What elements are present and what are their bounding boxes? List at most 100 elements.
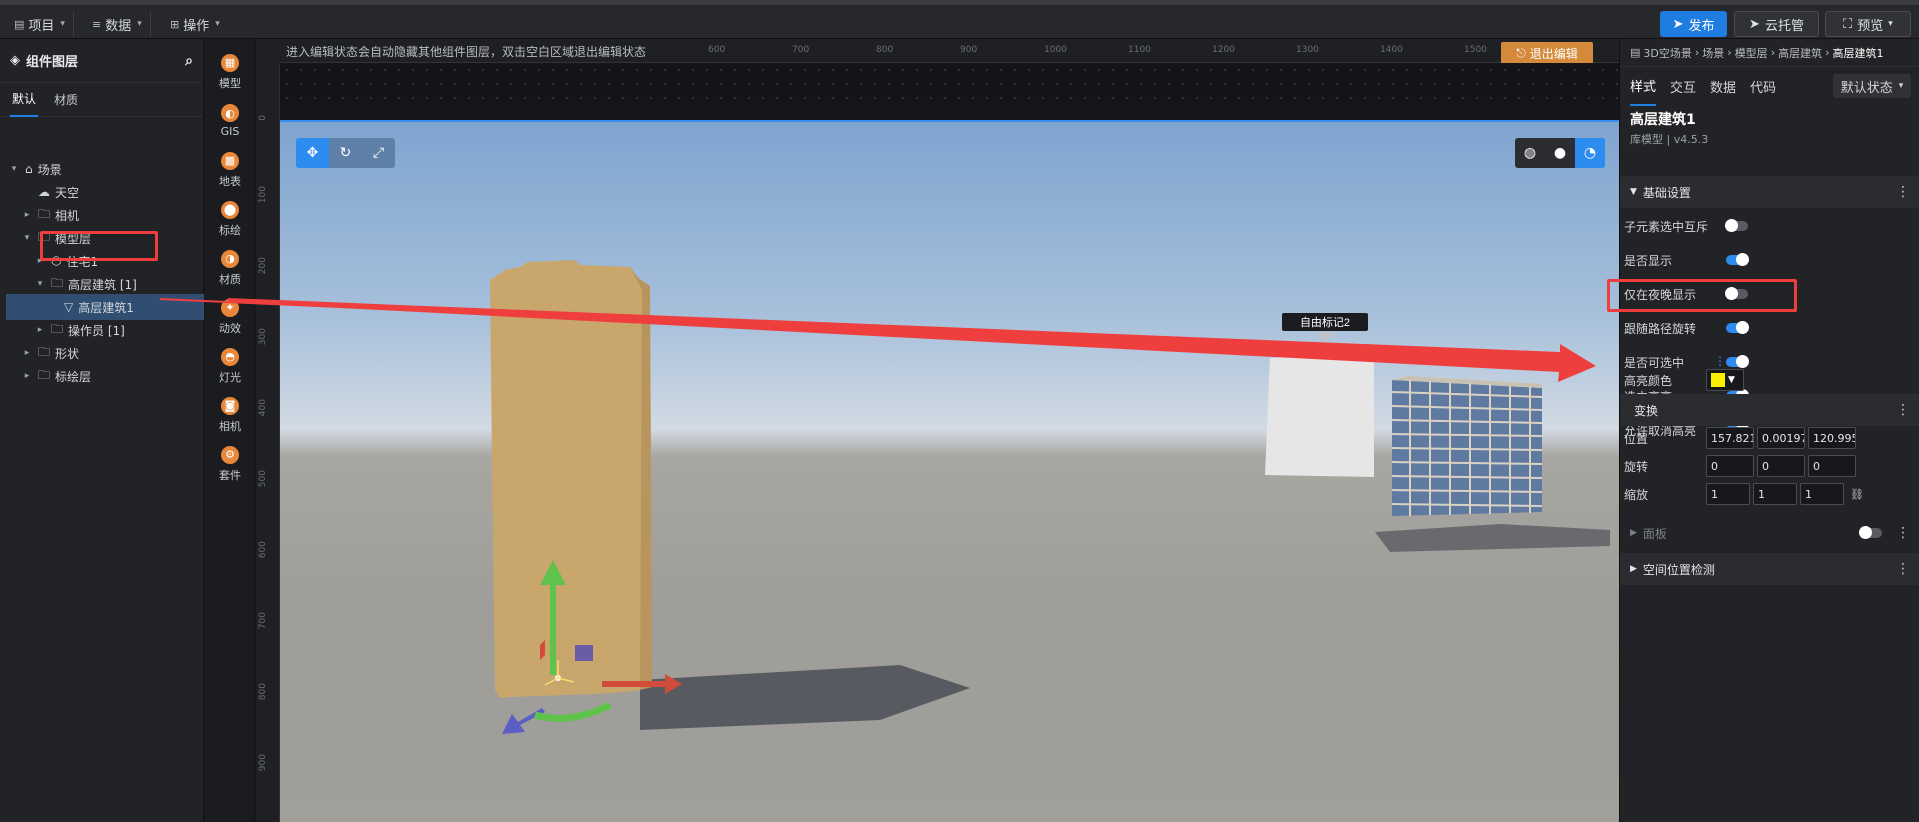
position-z-input[interactable]: 120.995135 <box>1808 427 1856 449</box>
camera-icon: ◙ <box>221 396 239 415</box>
move-tool-icon[interactable]: ✥ <box>296 138 329 168</box>
exit-icon: ⎋ <box>1516 45 1526 60</box>
breadcrumb-item[interactable]: 高层建筑 <box>1778 45 1822 61</box>
ruler-corner <box>256 39 280 63</box>
scale-z-input[interactable]: 1 <box>1800 483 1844 505</box>
component-title: 高层建筑1 <box>1630 112 1696 128</box>
category-material[interactable]: ◑ 材质 <box>205 243 255 293</box>
rotation-z-input[interactable]: 0 <box>1808 455 1856 477</box>
tree-item-label: 天空 <box>55 185 80 200</box>
rotate-tool-icon[interactable]: ↻ <box>329 138 362 168</box>
tall-building <box>490 260 652 698</box>
setting-toggle[interactable] <box>1725 219 1748 232</box>
component-category-bar: ▦ 模型 ◐ GIS ▩ 地表 ⬤ 标绘 ◑ 材质 ✦ 动效 ◓ 灯光 ◙ 相机 ⚙ 套件 <box>205 39 255 822</box>
tab-default[interactable]: 默认 <box>10 82 39 117</box>
category-label: 模型 <box>219 76 241 90</box>
more-icon[interactable]: ⋮ <box>1896 525 1910 541</box>
position-x-input[interactable]: 157.821883 <box>1706 427 1754 449</box>
tab-interaction[interactable]: 交互 <box>1670 68 1696 105</box>
tree-item[interactable]: ▸ 🗀 标绘层 <box>0 363 204 389</box>
label-pointer <box>1316 332 1334 344</box>
folder-icon: 🗀 <box>38 367 51 382</box>
position-y-input[interactable]: 0.0019764 <box>1757 427 1805 449</box>
state-select[interactable]: 默认状态 ▾ <box>1833 74 1911 98</box>
property-panel: ▤ 3D空场景 › 场景 › 模型层 › 高层建筑 › 高层建筑1 样式 交互 数据 代… <box>1607 39 1919 822</box>
kit-icon: ⚙ <box>221 445 239 464</box>
section-spatial-detection[interactable]: ▶ 空间位置检测 ⋮ <box>1620 553 1919 585</box>
scene-label: 自由标记2 <box>1300 315 1350 329</box>
sphere-icon[interactable]: ● <box>1545 138 1575 168</box>
panel-toggle[interactable] <box>1859 526 1882 539</box>
tab-style[interactable]: 样式 <box>1630 67 1657 106</box>
menu-operation[interactable]: ⊞ 操作 ▾ <box>162 11 228 37</box>
chevron-down-icon: ▾ <box>1898 81 1904 91</box>
category-gis[interactable]: ◐ GIS <box>205 96 255 146</box>
scale-y-input[interactable]: 1 <box>1753 483 1797 505</box>
category-marker[interactable]: ⬤ 标绘 <box>205 194 255 244</box>
ruler-tick-label: 100 <box>258 186 268 204</box>
rotation-y-input[interactable]: 0 <box>1757 455 1805 477</box>
caret-right-icon[interactable]: ▸ <box>21 348 33 358</box>
chevron-down-icon: ▾ <box>215 19 220 29</box>
scale-tool-icon[interactable]: ⤢ <box>362 138 395 168</box>
setting-label: 跟随路径旋转 <box>1624 321 1697 336</box>
globe-icon[interactable]: ◍ <box>1515 138 1545 168</box>
category-light[interactable]: ◓ 灯光 <box>205 341 255 391</box>
setting-toggle[interactable] <box>1726 321 1749 334</box>
tab-code[interactable]: 代码 <box>1750 68 1776 105</box>
link-icon[interactable]: ⛓ <box>1850 488 1864 501</box>
caret-right-icon[interactable]: ▸ <box>21 210 33 220</box>
tab-material[interactable]: 材质 <box>52 83 80 116</box>
apartment-shadow <box>1375 524 1610 552</box>
tree-item-label: 标绘层 <box>55 369 92 384</box>
material-icon: ◑ <box>221 249 239 268</box>
publish-button[interactable]: ➤ 发布 <box>1660 11 1727 37</box>
category-camera[interactable]: ◙ 相机 <box>205 390 255 440</box>
ruler-left: 0 100 200 300 400 500 600 700 800 900 <box>256 63 280 822</box>
caret-down-icon[interactable]: ▾ <box>21 233 33 243</box>
tree-item-label: 形状 <box>55 346 80 361</box>
layers-icon: ◈ <box>10 53 20 68</box>
more-icon[interactable]: ⋮ <box>1896 402 1910 418</box>
light-icon: ◓ <box>221 347 239 366</box>
top-toolbar: ▤ 项目 ▾ ≡ 数据 ▾ ⊞ 操作 ▾ ➤ 发布 ➤ 云托管 ⛶ 预览 ▾ <box>0 0 1919 39</box>
setting-toggle[interactable] <box>1726 253 1749 266</box>
tab-data[interactable]: 数据 <box>1710 68 1736 105</box>
color-picker[interactable]: ▼ <box>1706 369 1744 391</box>
cloud-hosting-button[interactable]: ➤ 云托管 <box>1734 11 1819 37</box>
breadcrumb-item[interactable]: 模型层 <box>1735 45 1768 61</box>
annotation-box <box>1607 279 1797 312</box>
component-version: 库模型 | v4.5.3 <box>1630 133 1709 146</box>
caret-down-icon[interactable]: ▾ <box>34 279 46 289</box>
orbit-icon[interactable]: ◔ <box>1575 138 1605 168</box>
3d-viewport[interactable]: 自由标记2 ✥ ↻ ⤢ ◍ ● ◔ <box>280 120 1619 822</box>
search-icon[interactable]: ⌕ <box>185 53 193 69</box>
more-icon[interactable]: ⋮ <box>1896 561 1910 577</box>
category-label: 套件 <box>219 468 241 482</box>
scale-x-input[interactable]: 1 <box>1706 483 1750 505</box>
canvas-grid-band <box>280 63 1619 103</box>
caret-right-icon[interactable]: ▸ <box>21 371 33 381</box>
breadcrumb-item[interactable]: 场景 <box>1702 45 1724 61</box>
more-icon[interactable]: ⋮ <box>1896 184 1910 200</box>
layer-tabs: 默认 材质 <box>0 83 203 117</box>
tree-item-label: 操作员 [1] <box>68 323 125 338</box>
category-model[interactable]: ▦ 模型 <box>205 47 255 97</box>
breadcrumb-item[interactable]: 3D空场景 <box>1643 45 1691 61</box>
caret-down-icon[interactable]: ▾ <box>8 164 20 174</box>
section-basic-settings[interactable]: ▼ 基础设置 ⋮ <box>1620 176 1919 208</box>
category-kit[interactable]: ⚙ 套件 <box>205 439 255 489</box>
rotation-x-input[interactable]: 0 <box>1706 455 1754 477</box>
section-panel[interactable]: ▶ 面板 ⋮ <box>1620 517 1919 549</box>
exit-edit-button[interactable]: ⎋ 退出编辑 <box>1501 42 1593 64</box>
category-terrain[interactable]: ▩ 地表 <box>205 145 255 195</box>
menu-project[interactable]: ▤ 项目 ▾ <box>6 11 74 37</box>
folder-icon: 🗀 <box>38 206 51 221</box>
grid-icon: ⊞ <box>170 17 180 31</box>
menu-data[interactable]: ≡ 数据 ▾ <box>84 11 151 37</box>
preview-button[interactable]: ⛶ 预览 ▾ <box>1825 11 1911 37</box>
category-effect[interactable]: ✦ 动效 <box>205 292 255 342</box>
caret-right-icon[interactable]: ▸ <box>34 325 46 335</box>
chevron-down-icon: ▾ <box>1888 19 1893 29</box>
fullscreen-icon: ⛶ <box>1843 16 1853 32</box>
